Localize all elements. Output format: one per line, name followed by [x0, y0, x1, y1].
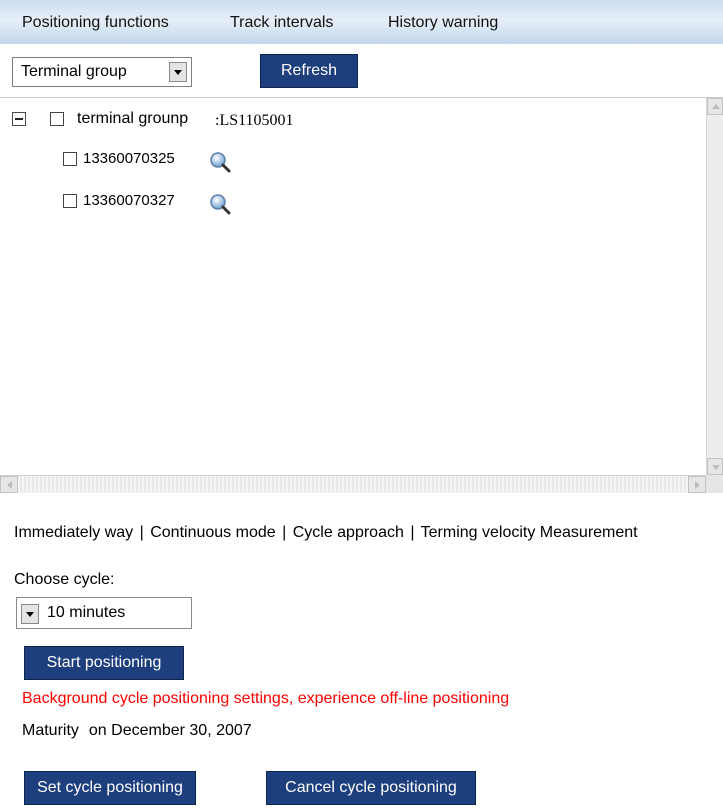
child-label: 13360070325: [83, 150, 175, 167]
cancel-cycle-positioning-button[interactable]: Cancel cycle positioning: [266, 771, 476, 805]
tab-positioning-functions[interactable]: Positioning functions: [22, 14, 169, 32]
maturity-date: on December 30, 2007: [88, 722, 252, 739]
cycle-select-value: 10 minutes: [47, 604, 126, 621]
mode-terming-velocity[interactable]: Terming velocity Measurement: [421, 524, 638, 541]
horizontal-scrollbar[interactable]: [0, 475, 706, 493]
scroll-right-arrow-icon[interactable]: [688, 476, 706, 493]
set-cycle-positioning-button[interactable]: Set cycle positioning: [24, 771, 196, 805]
start-positioning-button[interactable]: Start positioning: [24, 646, 184, 680]
dropdown-arrow-icon[interactable]: [21, 604, 39, 624]
tab-history-warning[interactable]: History warning: [388, 14, 498, 32]
dropdown-arrow-icon[interactable]: [169, 62, 187, 82]
scroll-left-arrow-icon[interactable]: [0, 476, 18, 493]
terminal-tree-panel: terminal grounp :LS1105001 13360070325 1…: [0, 97, 723, 493]
refresh-button[interactable]: Refresh: [260, 54, 358, 88]
scrollbar-corner: [706, 475, 723, 493]
child-checkbox[interactable]: [63, 194, 77, 208]
terminal-group-select[interactable]: Terminal group: [12, 57, 192, 87]
warning-text: Background cycle positioning settings, e…: [22, 690, 510, 707]
cycle-select[interactable]: 10 minutes: [16, 597, 192, 629]
top-tab-bar: Positioning functions Track intervals Hi…: [0, 0, 723, 44]
positioning-mode-links: Immediately way | Continuous mode | Cycl…: [14, 524, 638, 542]
mode-separator: |: [282, 524, 287, 541]
mode-continuous[interactable]: Continuous mode: [150, 524, 275, 541]
mode-separator: |: [410, 524, 415, 541]
mode-cycle-approach[interactable]: Cycle approach: [293, 524, 404, 541]
scroll-up-arrow-icon[interactable]: [707, 98, 723, 115]
collapse-icon[interactable]: [12, 112, 26, 126]
root-checkbox[interactable]: [50, 112, 64, 126]
tree-root-code: :LS1105001: [215, 112, 294, 129]
tree-root-label: terminal grounp: [77, 110, 189, 127]
terminal-group-select-value: Terminal group: [21, 63, 127, 80]
choose-cycle-label: Choose cycle:: [14, 571, 115, 588]
magnifier-icon[interactable]: [208, 150, 232, 174]
scroll-down-arrow-icon[interactable]: [707, 458, 723, 475]
vertical-scrollbar[interactable]: [706, 98, 723, 475]
child-checkbox[interactable]: [63, 152, 77, 166]
mode-immediately-way[interactable]: Immediately way: [14, 524, 133, 541]
mode-separator: |: [139, 524, 144, 541]
maturity-line: Maturity on December 30, 2007: [22, 722, 252, 740]
maturity-label: Maturity: [22, 722, 79, 739]
tab-track-intervals[interactable]: Track intervals: [230, 14, 333, 32]
child-label: 13360070327: [83, 192, 175, 209]
magnifier-icon[interactable]: [208, 192, 232, 216]
